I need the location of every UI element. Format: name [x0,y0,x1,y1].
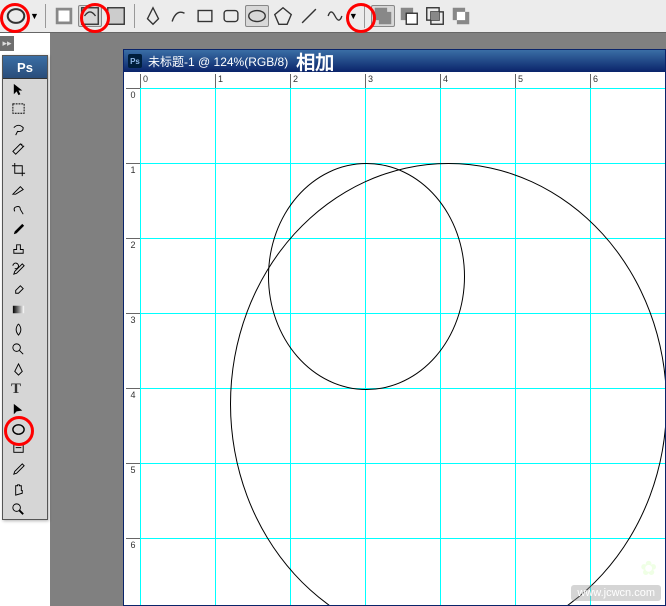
shape-rounded-rect-icon[interactable] [219,5,243,27]
ruler-tick: 0 [140,74,148,88]
brush-tool[interactable] [5,219,51,239]
ruler-tick: 1 [126,163,140,175]
ruler-tick: 2 [290,74,298,88]
ruler-tick: 5 [126,463,140,475]
watermark-text: www.jcwcn.com [571,585,661,601]
watermark-logo-icon: ✿ [640,556,657,581]
marquee-tool[interactable] [5,99,51,119]
ellipse-shape-tool[interactable] [5,419,51,439]
path-select-tool[interactable] [5,399,51,419]
dodge-tool[interactable] [5,339,51,359]
wand-tool[interactable] [5,139,51,159]
options-bar: ▼ ▼ [0,0,666,33]
zoom-tool[interactable] [5,499,51,519]
toolbox-header: Ps [3,56,47,79]
document-title: 未标题-1 @ 124%(RGB/8) [148,53,288,70]
crop-tool[interactable] [5,159,51,179]
shape-rectangle-icon[interactable] [193,5,217,27]
canvas-area: 01234567 0123456 ✿ www.jcwcn.com [124,72,665,605]
ruler-tick: 3 [365,74,373,88]
ruler-tick: 6 [590,74,598,88]
ruler-tick: 3 [126,313,140,325]
type-tool[interactable]: T [5,379,51,399]
document-titlebar[interactable]: Ps 未标题-1 @ 124%(RGB/8) 相加 [124,50,665,72]
ruler-tick: 0 [126,88,140,100]
ruler-corner [124,72,141,89]
ruler-tick: 5 [515,74,523,88]
ruler-tick: 1 [215,74,223,88]
dropdown-arrow-icon[interactable]: ▼ [30,11,39,21]
notes-tool[interactable] [5,439,51,459]
canvas[interactable] [140,88,665,605]
eyedropper-tool[interactable] [5,459,51,479]
gradient-tool[interactable] [5,299,51,319]
ruler-tick: 6 [126,538,140,550]
separator [134,4,135,28]
mode-paths[interactable] [78,5,102,27]
mode-shape-layers[interactable] [52,5,76,27]
document-window: Ps 未标题-1 @ 124%(RGB/8) 相加 01234567 01234… [123,49,666,606]
shape-custom-icon[interactable] [323,5,347,27]
shape-freeform-pen-icon[interactable] [167,5,191,27]
toolbox: Ps T [2,55,48,520]
move-tool[interactable] [5,79,51,99]
dropdown-arrow-icon[interactable]: ▼ [349,11,358,21]
ruler-vertical: 0 1 2 3 4 5 6 [124,88,141,605]
path-op-intersect[interactable] [423,5,447,27]
heal-tool[interactable] [5,199,51,219]
lasso-tool[interactable] [5,119,51,139]
grid-line [140,163,665,164]
separator [45,4,46,28]
separator [364,4,365,28]
ruler-tick: 2 [126,238,140,250]
panel-collapse-stub[interactable]: ▸▸ [0,36,14,51]
hand-tool[interactable] [5,479,51,499]
slice-tool[interactable] [5,179,51,199]
active-tool-preset[interactable] [4,5,28,27]
path-op-exclude[interactable] [449,5,473,27]
grid-line [140,88,141,605]
stamp-tool[interactable] [5,239,51,259]
shape-line-icon[interactable] [297,5,321,27]
ps-mini-icon: Ps [128,54,142,68]
shape-pen-icon[interactable] [141,5,165,27]
ruler-horizontal: 01234567 [140,72,665,89]
ruler-tick: 4 [440,74,448,88]
pen-tool[interactable] [5,359,51,379]
path-op-add[interactable] [371,5,395,27]
grid-line [215,88,216,605]
mode-fill-pixels[interactable] [104,5,128,27]
shape-ellipse-icon[interactable] [245,5,269,27]
path-op-subtract[interactable] [397,5,421,27]
blur-tool[interactable] [5,319,51,339]
shape-polygon-icon[interactable] [271,5,295,27]
history-brush-tool[interactable] [5,259,51,279]
grid-line [140,88,665,89]
path-mode-overlay: 相加 [296,48,334,75]
ruler-tick: 4 [126,388,140,400]
eraser-tool[interactable] [5,279,51,299]
